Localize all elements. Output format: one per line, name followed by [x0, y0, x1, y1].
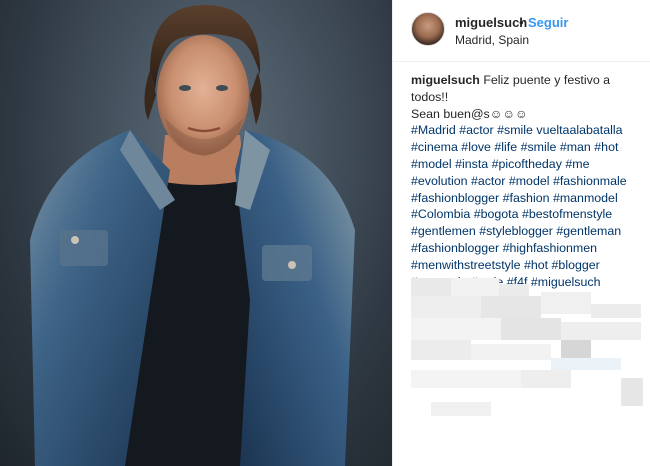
post-caption: miguelsuch Feliz puente y festivo a todo… [411, 72, 643, 290]
hashtag-link[interactable]: #hot [594, 140, 618, 154]
hashtag-link[interactable]: #fashion [503, 191, 550, 205]
hashtag-link[interactable]: #blogger [552, 258, 600, 272]
hashtag-link[interactable]: #hot [524, 258, 548, 272]
hashtag-link[interactable]: #fashionblogger [411, 241, 499, 255]
post-header: miguelsuch • Seguir Madrid, Spain [393, 0, 650, 62]
hashtag-link[interactable]: #me [565, 157, 589, 171]
portrait-image [30, 5, 355, 466]
hashtag-link[interactable]: #manmodel [553, 191, 618, 205]
hashtag-link[interactable]: #model [411, 157, 452, 171]
caption-username[interactable]: miguelsuch [411, 73, 480, 87]
blurred-comments [411, 278, 643, 428]
caption-text-line2: Sean buen@s☺☺☺ [411, 106, 528, 121]
hashtag-link[interactable]: #fashionblogger [411, 191, 499, 205]
hashtag-link[interactable]: #highfashionmen [503, 241, 597, 255]
hashtag-list: #Madrid #actor #smile vueltaalabatalla #… [411, 122, 643, 290]
hashtag-link[interactable]: #actor [459, 123, 493, 137]
hashtag-link[interactable]: #man [560, 140, 591, 154]
hashtag-link[interactable]: #life [494, 140, 517, 154]
hashtag-link[interactable]: #bestofmenstyle [522, 207, 612, 221]
hashtag-link[interactable]: #bogota [474, 207, 519, 221]
hashtag-link[interactable]: #insta [455, 157, 488, 171]
follow-button[interactable]: Seguir [528, 15, 568, 30]
post-sidebar: miguelsuch • Seguir Madrid, Spain miguel… [392, 0, 650, 466]
hashtag-link[interactable]: #evolution [411, 174, 468, 188]
avatar[interactable] [411, 12, 445, 46]
location-link[interactable]: Madrid, Spain [455, 33, 529, 47]
hashtag-link[interactable]: vueltaalabatalla [536, 123, 622, 137]
hashtag-link[interactable]: #actor [471, 174, 505, 188]
post-photo[interactable] [0, 0, 392, 466]
hashtag-link[interactable]: #smile [497, 123, 533, 137]
hashtag-link[interactable]: #Madrid [411, 123, 456, 137]
hashtag-link[interactable]: #picoftheday [492, 157, 562, 171]
username-link[interactable]: miguelsuch [455, 15, 527, 30]
hashtag-link[interactable]: #gentleman [556, 224, 621, 238]
separator-dot: • [519, 15, 524, 30]
hashtag-link[interactable]: #model [509, 174, 550, 188]
hashtag-link[interactable]: #gentlemen [411, 224, 476, 238]
hashtag-link[interactable]: #Colombia [411, 207, 470, 221]
hashtag-link[interactable]: #love [461, 140, 491, 154]
hashtag-link[interactable]: #smile [521, 140, 557, 154]
hashtag-link[interactable]: #fashionmale [553, 174, 627, 188]
hashtag-link[interactable]: #styleblogger [479, 224, 553, 238]
hashtag-link[interactable]: #menwithstreetstyle [411, 258, 521, 272]
hashtag-link[interactable]: #cinema [411, 140, 458, 154]
